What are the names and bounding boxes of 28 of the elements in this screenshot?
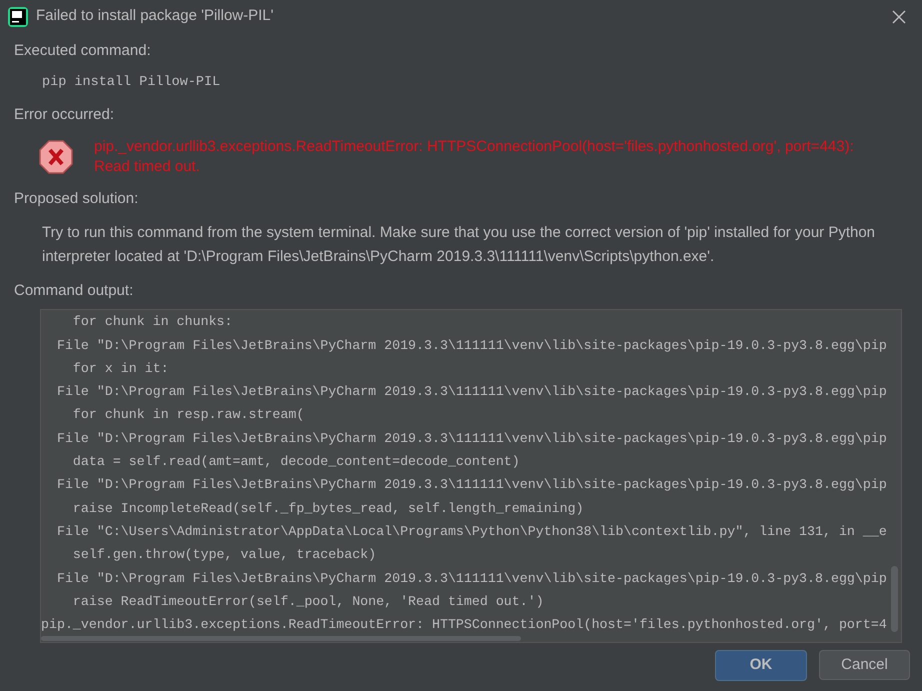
command-text: pip install Pillow-PIL (42, 74, 220, 92)
section-label: Command output: (14, 281, 134, 302)
output-line: File "D:\Program Files\JetBrains\PyCharm 2019.3.3\111111\venv\lib\site-packages\pip-19.0.3-py3.8.egg\pip (56, 336, 887, 355)
section-label: Executed command: (14, 41, 151, 61)
output-line: File "D:\Program Files\JetBrains\PyCharm 2019.3.3\111111\venv\lib\site-packages\pip-19.0.3-py3.8.egg\pip (56, 430, 887, 448)
section-label: Error occurred: (14, 105, 114, 126)
output-line: self.gen.throw(type, value, traceback) (72, 546, 376, 564)
output-line: for x in it: (72, 360, 169, 378)
output-line: raise ReadTimeoutError(self._pool, None, 'Read timed out.') (72, 592, 544, 611)
ok-button[interactable]: OK (715, 650, 807, 681)
horizontal-scrollbar[interactable] (41, 636, 521, 642)
window-title: Failed to install package 'Pillow-PIL' (36, 6, 274, 26)
cancel-button[interactable]: Cancel (819, 650, 910, 680)
output-line: data = self.read(amt=amt, decode_content=decode_content) (72, 453, 520, 472)
output-line: raise IncompleteRead(self._fp_bytes_read, self.length_remaining) (72, 500, 584, 518)
solution-text: Try to run this command from the system terminal. Make sure that you use the correct version of 'pip' installed for your Python interpreter located at 'D:\Program Files\JetBrains\PyCharm 2019.3.3\111111\venv\Scripts\python.exe'. (42, 223, 876, 268)
error-message: pip._vendor.urllib3.exceptions.ReadTimeoutError: HTTPSConnectionPool(host='files.pythonhosted.org', port=443): Read timed out. (94, 137, 855, 178)
output-line: pip._vendor.urllib3.exceptions.ReadTimeoutError: HTTPSConnectionPool(host='files.pythonhosted.org', port=4 (41, 616, 887, 634)
app-logo-icon (8, 6, 28, 26)
error-icon (38, 139, 74, 176)
section-label: Proposed solution: (14, 189, 138, 210)
output-line: for chunk in chunks: (72, 313, 233, 332)
close-icon[interactable] (892, 10, 906, 24)
output-line: File "D:\Program Files\JetBrains\PyCharm 2019.3.3\111111\venv\lib\site-packages\pip-19.0.3-py3.8.egg\pip (56, 383, 887, 402)
output-line: File "D:\Program Files\JetBrains\PyCharm 2019.3.3\111111\venv\lib\site-packages\pip-19.0.3-py3.8.egg\pip (56, 476, 887, 494)
output-line: File "D:\Program Files\JetBrains\PyCharm 2019.3.3\111111\venv\lib\site-packages\pip-19.0.3-py3.8.egg\pip (56, 570, 887, 588)
output-line: File "C:\Users\Administrator\AppData\Local\Programs\Python\Python38\lib\contextlib.py", line 131, in __e (56, 522, 887, 541)
output-line: for chunk in resp.raw.stream( (72, 406, 304, 424)
